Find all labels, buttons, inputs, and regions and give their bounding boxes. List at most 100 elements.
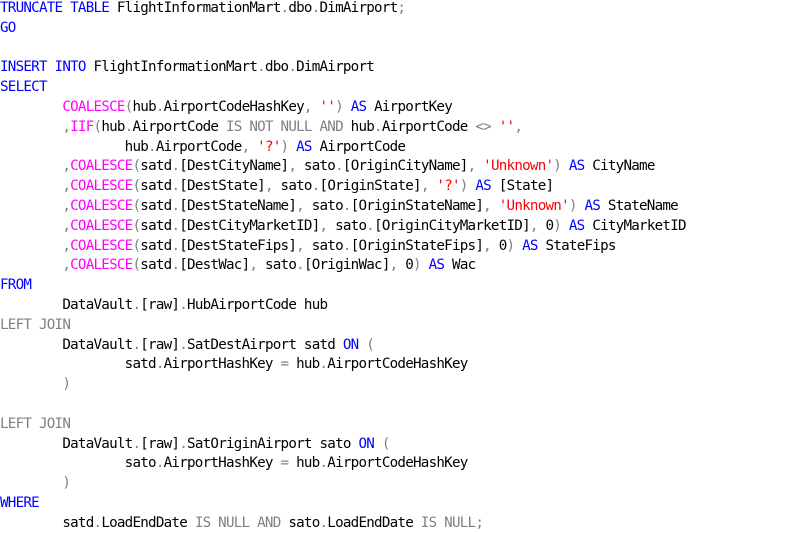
code-line: WHERE — [0, 493, 40, 513]
identifier-token: AirportHashKey — [163, 455, 281, 472]
identifier-token: [raw] — [140, 297, 180, 313]
code-line: LEFT JOIN — [0, 414, 71, 434]
operator-token: LEFT JOIN — [0, 415, 71, 432]
code-line: satd.LoadEndDate IS NULL AND sato.LoadEn… — [0, 513, 484, 533]
operator-token: , — [514, 118, 523, 135]
keyword-token: WHERE — [0, 495, 40, 511]
operator-token: , — [62, 178, 71, 195]
identifier-token: [OriginCityMarketID] — [374, 217, 531, 234]
code-line: satd.AirportHashKey = hub.AirportCodeHas… — [0, 354, 469, 374]
identifier-token: 0 — [537, 217, 554, 234]
string-literal: '?' — [257, 138, 281, 155]
operator-token: , — [62, 198, 71, 214]
identifier-token: hub — [288, 356, 320, 373]
code-line: DataVault.[raw].SatOriginAirport sato ON… — [0, 434, 390, 454]
identifier-token — [561, 218, 569, 234]
keyword-token: AS — [475, 178, 491, 195]
operator-token: . — [335, 158, 344, 175]
identifier-token — [0, 198, 62, 214]
identifier-token — [0, 119, 62, 135]
identifier-token: sato — [124, 455, 157, 472]
identifier-token: AirportCode — [155, 138, 242, 155]
operator-token: , — [303, 99, 313, 115]
identifier-token: hub — [132, 99, 156, 115]
identifier-token: [DestStateName] — [179, 198, 297, 214]
code-line: FROM — [0, 275, 32, 295]
operator-token: ) — [335, 99, 344, 115]
operator-token: ) — [413, 257, 422, 274]
operator-token: , — [420, 178, 430, 195]
code-line: ,COALESCE(satd.[DestWac], sato.[OriginWa… — [0, 255, 476, 275]
keyword-token: GO — [0, 19, 16, 36]
operator-token: . — [179, 336, 188, 353]
identifier-token: sato — [327, 217, 367, 234]
operator-token: , — [62, 118, 71, 135]
operator-token: ; — [397, 0, 406, 16]
identifier-token: AirportCode — [311, 138, 406, 155]
code-line: ,COALESCE(satd.[DestStateFips], sato.[Or… — [0, 236, 616, 256]
operator-token: ; — [475, 514, 484, 531]
keyword-token: ON — [358, 435, 375, 452]
identifier-token: DataVault — [62, 435, 133, 452]
identifier-token — [0, 238, 62, 254]
identifier-token: satd — [62, 514, 94, 531]
identifier-token: sato — [296, 158, 336, 175]
code-line: ,COALESCE(satd.[DestStateName], sato.[Or… — [0, 196, 678, 216]
operator-token: , — [296, 237, 305, 254]
identifier-token — [0, 99, 62, 115]
function-token: COALESCE — [70, 158, 133, 175]
code-editor[interactable]: TRUNCATE TABLE FlightInformationMart.dbo… — [0, 0, 800, 533]
identifier-token: AirportCodeHashKey — [327, 455, 468, 472]
operator-token: , — [62, 158, 71, 175]
identifier-token — [0, 218, 62, 234]
identifier-token — [0, 257, 62, 273]
function-token: COALESCE — [70, 257, 133, 274]
code-line: GO — [0, 18, 16, 38]
operator-token: , — [249, 257, 258, 274]
operator-token: . — [155, 356, 165, 373]
operator-token: . — [257, 59, 266, 76]
identifier-token — [0, 376, 62, 392]
identifier-token — [288, 139, 296, 155]
operator-token: , — [62, 217, 71, 234]
identifier-token: [DestCityMarketID] — [179, 217, 320, 234]
identifier-token: satd — [140, 237, 172, 254]
operator-token: , — [483, 198, 492, 214]
operator-token: . — [296, 257, 305, 274]
identifier-token — [0, 337, 62, 353]
code-line: DataVault.[raw].HubAirportCode hub — [0, 295, 328, 315]
operator-token: , — [529, 217, 539, 234]
identifier-token: [DestState] — [179, 178, 265, 195]
code-line: sato.AirportHashKey = hub.AirportCodeHas… — [0, 453, 469, 473]
function-token: COALESCE — [70, 198, 133, 214]
keyword-token: AS — [584, 198, 601, 214]
operator-token: . — [179, 435, 188, 452]
identifier-token: SatOriginAirport sato — [187, 435, 359, 452]
operator-token: ) — [568, 198, 578, 214]
identifier-token: satd — [140, 257, 172, 274]
identifier-token — [0, 139, 125, 155]
keyword-token: SELECT — [0, 79, 47, 96]
identifier-token: LoadEndDate — [327, 514, 421, 531]
code-line: SELECT — [0, 77, 47, 97]
identifier-token: satd — [140, 178, 172, 195]
code-line: ,COALESCE(satd.[DestState], sato.[Origin… — [0, 176, 554, 196]
operator-token: , — [483, 237, 492, 254]
code-line: hub.AirportCode, '?') AS AirportCode — [0, 137, 406, 157]
identifier-token: satd — [140, 217, 172, 234]
operator-token: . — [288, 59, 297, 76]
operator-token: <> — [475, 118, 491, 135]
identifier-token: [OriginStateFips] — [350, 237, 484, 254]
keyword-token: AS — [522, 237, 538, 254]
identifier-token: FlightInformationMart — [85, 59, 258, 76]
operator-token: IS NOT NULL AND — [225, 118, 344, 135]
operator-token: IS NULL — [420, 514, 476, 531]
operator-token: ( — [366, 336, 375, 353]
operator-token: ) — [553, 217, 562, 234]
identifier-token: AirportCodeHashKey — [163, 99, 305, 115]
identifier-token: AirportCode — [132, 118, 226, 135]
identifier-token: dbo — [264, 59, 289, 76]
identifier-token: StateName — [600, 198, 679, 214]
identifier-token: StateFips — [537, 237, 617, 254]
identifier-token: [raw] — [140, 336, 180, 353]
